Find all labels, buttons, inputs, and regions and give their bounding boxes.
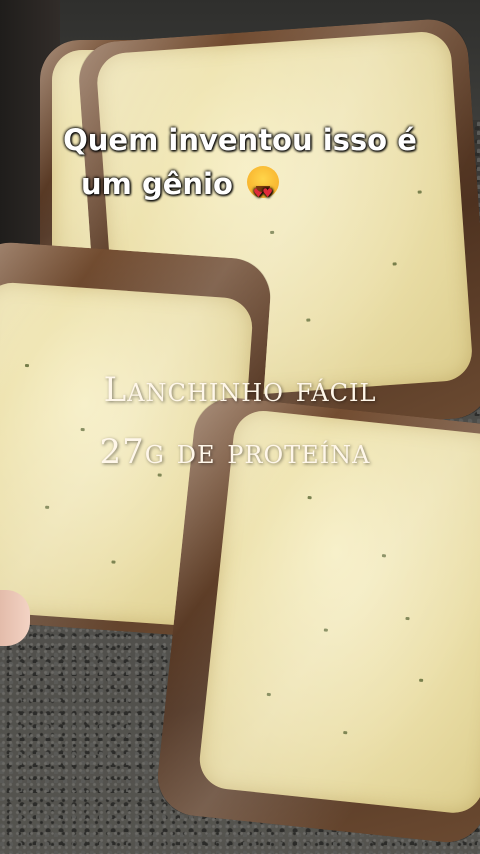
photo: Quem inventou isso é um gênio Lanchinho … <box>0 0 480 854</box>
overlay-subtitle: 27g de proteína <box>99 432 371 472</box>
caption-line-2-text: um gênio <box>80 167 233 201</box>
caption-line-1: Quem inventou isso é <box>63 123 417 157</box>
overlay-title: Lanchinho fácil <box>103 370 377 410</box>
caption-line-2: um gênio <box>0 162 420 215</box>
heart-eyes-emoji-icon <box>247 166 279 215</box>
